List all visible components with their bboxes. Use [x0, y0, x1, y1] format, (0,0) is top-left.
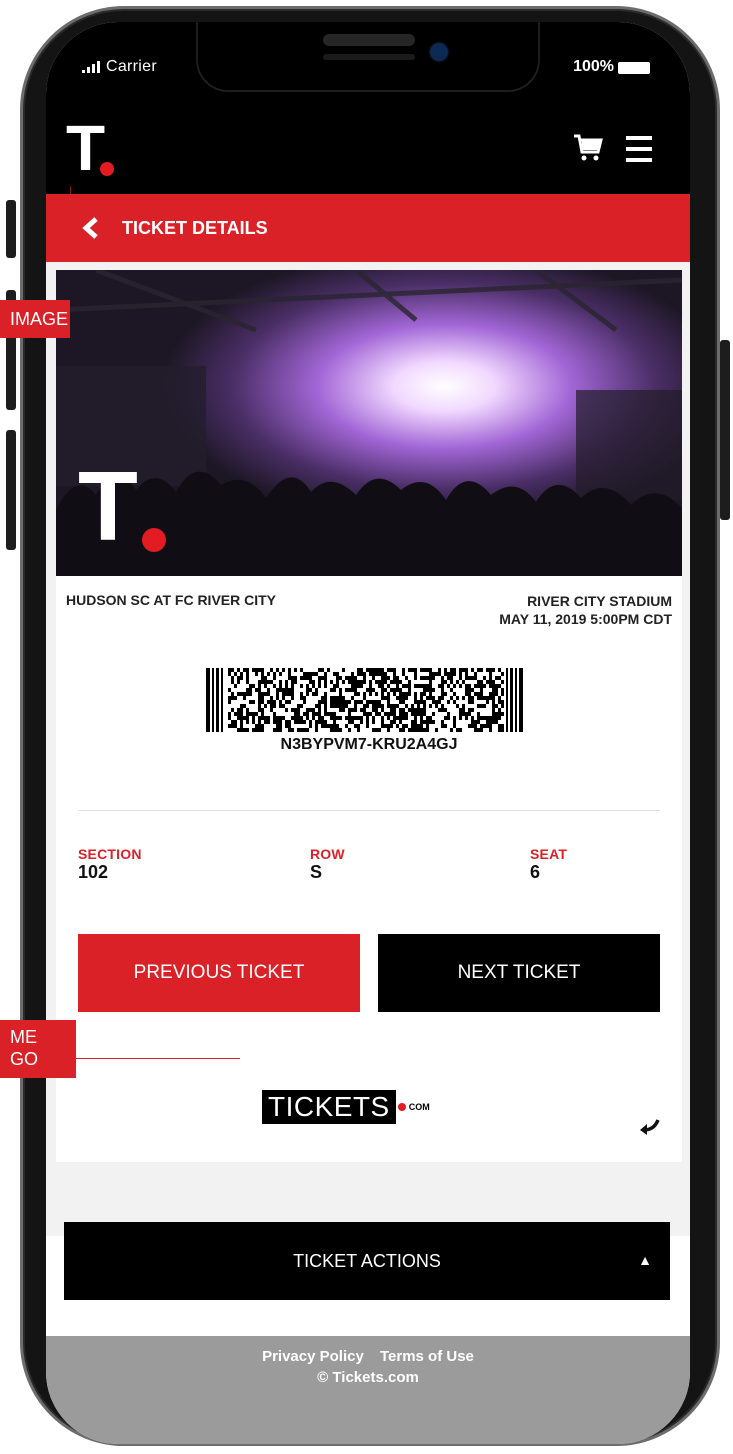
camera-icon — [431, 44, 447, 60]
notch — [196, 22, 540, 92]
row-value: S — [310, 862, 323, 882]
seat-value: 6 — [530, 862, 541, 882]
section-value: 102 — [78, 862, 109, 882]
battery-icon — [618, 62, 650, 74]
footer-links: Privacy Policy Terms of Use — [46, 1348, 690, 1365]
terms-of-use-link[interactable]: Terms of Use — [380, 1348, 474, 1365]
event-name: HUDSON SC AT FC RIVER CITY — [66, 592, 277, 608]
seat-label: SEAT — [530, 846, 568, 862]
app-header: T — [46, 106, 690, 194]
mute-switch — [6, 200, 16, 258]
brand-suffix: COM — [408, 1102, 430, 1112]
page: Carrier 100% T TICKET DETAILS T HUDSON S… — [0, 0, 733, 1454]
logo-dot — [100, 162, 114, 176]
image-annotation-tag: IMAGE — [0, 300, 70, 338]
event-image: T — [56, 270, 682, 576]
app-logo-text: T — [66, 112, 106, 184]
caret-up-icon: ▲ — [638, 1252, 652, 1268]
ticket-card: T HUDSON SC AT FC RIVER CITY RIVER CITY … — [56, 270, 682, 1162]
event-datetime: MAY 11, 2019 5:00PM CDT — [499, 611, 672, 627]
volume-down-button — [6, 430, 16, 550]
carrier-label: Carrier — [106, 58, 157, 75]
sensor — [323, 54, 415, 60]
section-label: SECTION — [78, 846, 142, 862]
hero-logo-dot — [142, 528, 166, 552]
row-info: ROW S — [310, 846, 345, 882]
tickets-com-logo: TICKETS COM — [262, 1090, 430, 1124]
logo-annotation-line2: GO — [10, 1049, 39, 1069]
venue-info: RIVER CITY STADIUM MAY 11, 2019 5:00PM C… — [499, 592, 672, 628]
annotation-connector — [76, 1058, 240, 1059]
brand-dot — [397, 1103, 406, 1111]
venue-name: RIVER CITY STADIUM — [527, 593, 672, 609]
image-annotation-text: IMAGE — [10, 309, 69, 329]
hamburger-menu-icon[interactable] — [626, 136, 652, 162]
brand-name: TICKETS — [262, 1090, 396, 1124]
power-button — [720, 340, 730, 520]
ticket-barcode — [206, 668, 523, 732]
seat-info: SEAT 6 — [530, 846, 567, 882]
back-chevron-icon[interactable] — [76, 216, 106, 240]
footer: Privacy Policy Terms of Use © Tickets.co… — [46, 1336, 690, 1444]
carrier-indicator: Carrier — [82, 58, 157, 76]
battery-percent: 100% — [573, 58, 614, 75]
signal-icon — [82, 60, 100, 73]
previous-ticket-button[interactable]: PREVIOUS TICKET — [78, 934, 360, 1012]
annotation-pointer — [70, 186, 71, 214]
section-info: SECTION 102 — [78, 846, 142, 882]
page-title: TICKET DETAILS — [122, 217, 268, 238]
return-arrow-icon[interactable] — [638, 1118, 660, 1136]
row-label: ROW — [310, 846, 345, 862]
barcode-text: N3BYPVM7-KRU2A4GJ — [280, 736, 458, 753]
status-bar: Carrier 100% — [46, 22, 690, 106]
speaker — [323, 34, 415, 46]
copyright: © Tickets.com — [317, 1369, 419, 1386]
logo-annotation-tag: ME GO — [0, 1020, 76, 1078]
title-bar: TICKET DETAILS — [46, 194, 690, 262]
privacy-policy-link[interactable]: Privacy Policy — [262, 1348, 364, 1365]
ticket-actions-label: TICKET ACTIONS — [293, 1250, 441, 1271]
app-logo[interactable]: T — [66, 112, 105, 184]
ticket-actions-button[interactable]: TICKET ACTIONS ▲ — [64, 1222, 670, 1300]
next-ticket-button[interactable]: NEXT TICKET — [378, 934, 660, 1012]
cart-icon[interactable] — [574, 134, 604, 162]
phone-screen: Carrier 100% T TICKET DETAILS T HUDSON S… — [46, 22, 690, 1444]
divider — [78, 810, 660, 811]
hero-logo: T — [78, 451, 138, 561]
logo-annotation-line1: ME — [10, 1027, 37, 1047]
